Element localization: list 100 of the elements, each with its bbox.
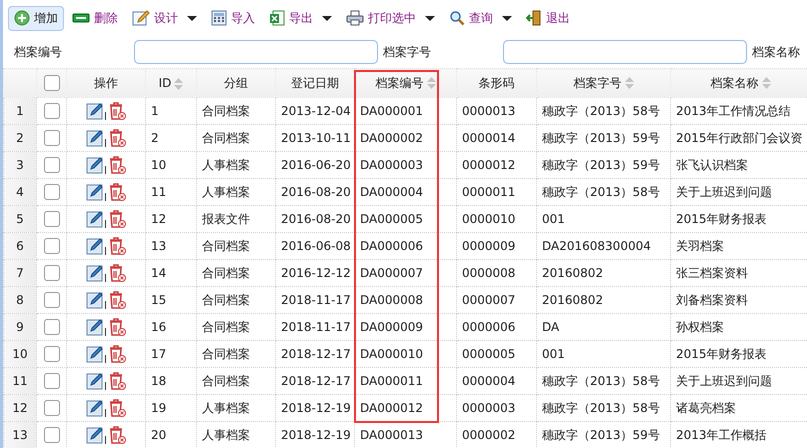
table-cell: 人事档案 [196, 152, 276, 178]
table-cell: 20160802 [536, 260, 670, 286]
toolbar-button[interactable]: 退出 [520, 6, 576, 30]
table-cell: 0000012 [456, 152, 536, 178]
minus-icon [72, 12, 90, 24]
table-cell: 穗政字（2013）58号 [536, 98, 670, 124]
table-cell: 合同档案 [196, 286, 276, 314]
checkbox[interactable] [44, 75, 60, 91]
checkbox[interactable] [44, 265, 60, 281]
row-number: 8 [4, 286, 36, 314]
sort-icon [426, 77, 436, 90]
table-cell: 合同档案 [196, 260, 276, 286]
table-cell: 18 [146, 368, 196, 394]
column-header[interactable]: 分组 [196, 68, 276, 98]
checkbox[interactable] [44, 373, 60, 389]
table-cell: 19 [146, 394, 196, 422]
checkbox[interactable] [44, 130, 60, 146]
checkbox[interactable] [44, 184, 60, 200]
checkbox[interactable] [44, 103, 60, 119]
field-label: 档案字号 [383, 44, 432, 60]
edit-icon[interactable] [86, 183, 104, 201]
table-cell: 人事档案 [196, 178, 276, 206]
calculator-icon [211, 10, 227, 26]
pencil-paper-icon [132, 9, 150, 27]
table-cell: 合同档案 [196, 368, 276, 394]
edit-icon[interactable] [86, 129, 104, 147]
edit-icon[interactable] [86, 210, 104, 228]
search-icon [449, 10, 465, 26]
search-field[interactable] [134, 40, 378, 64]
checkbox[interactable] [44, 211, 60, 227]
table-cell: 2 [146, 124, 196, 152]
table-cell: 合同档案 [196, 124, 276, 152]
sort-icon [174, 78, 184, 90]
table-cell: 10 [146, 152, 196, 178]
table-cell: DA000011 [354, 368, 456, 394]
table-cell: 合同档案 [196, 98, 276, 124]
table-cell: 0000003 [456, 394, 536, 422]
edit-icon[interactable] [86, 156, 104, 174]
edit-icon[interactable] [86, 237, 104, 255]
column-header[interactable]: 档案名称 [670, 68, 807, 98]
row-number: 4 [4, 178, 36, 206]
table-cell: DA000004 [354, 178, 456, 206]
table-cell: 0000014 [456, 124, 536, 152]
printer-icon [346, 10, 364, 26]
edit-icon[interactable] [86, 372, 104, 390]
edit-icon[interactable] [86, 264, 104, 282]
table-cell: 0000008 [456, 260, 536, 286]
checkbox[interactable] [44, 157, 60, 173]
checkbox[interactable] [44, 346, 60, 362]
table-cell: DA [536, 314, 670, 340]
caret-icon [425, 16, 435, 20]
checkbox[interactable] [44, 292, 60, 308]
table-cell: 1 [146, 98, 196, 124]
caret-icon [322, 16, 332, 20]
column-header[interactable]: 档案字号 [536, 68, 670, 98]
table-cell: DA000005 [354, 206, 456, 232]
table-cell: 0000013 [456, 98, 536, 124]
table-cell: 0000010 [456, 206, 536, 232]
edit-icon[interactable] [86, 291, 104, 309]
search-field[interactable] [503, 40, 747, 64]
table-cell: 12 [146, 206, 196, 232]
table-cell: 人事档案 [196, 394, 276, 422]
edit-icon[interactable] [86, 399, 104, 417]
column-header[interactable]: 操作 [66, 68, 146, 98]
toolbar-button[interactable]: 查询 [443, 6, 518, 30]
row-number: 12 [4, 394, 36, 422]
table-cell: 穗政字（2013）59号 [536, 152, 670, 178]
toolbar-button[interactable]: 增加 [8, 6, 64, 30]
table-cell: 11 [146, 178, 196, 206]
table-cell: 合同档案 [196, 340, 276, 368]
table-cell: 001 [536, 206, 670, 232]
edit-icon[interactable] [86, 426, 104, 444]
edit-icon[interactable] [86, 318, 104, 336]
checkbox[interactable] [44, 319, 60, 335]
plus-icon [14, 10, 30, 26]
table-cell: 0000011 [456, 178, 536, 206]
checkbox[interactable] [44, 238, 60, 254]
checkbox[interactable] [44, 400, 60, 416]
toolbar-button[interactable]: 设计 [126, 6, 203, 30]
checkbox[interactable] [44, 427, 60, 443]
door-icon [526, 10, 542, 26]
column-header[interactable]: ID [146, 68, 196, 98]
table-cell: 20160802 [536, 286, 670, 314]
table-cell: 14 [146, 260, 196, 286]
caret-icon [502, 16, 512, 20]
toolbar-button[interactable]: 导出 [263, 6, 338, 30]
toolbar-button[interactable]: 删除 [66, 6, 124, 30]
spreadsheet-icon [269, 10, 285, 26]
edit-icon[interactable] [86, 102, 104, 120]
edit-icon[interactable] [86, 345, 104, 363]
column-header[interactable]: 条形码 [456, 68, 536, 98]
table-cell: 0000005 [456, 340, 536, 368]
table-cell: 0000004 [456, 368, 536, 394]
column-header[interactable]: 登记日期 [276, 68, 354, 98]
column-header[interactable]: 档案编号 [354, 68, 456, 98]
table-cell: 16 [146, 314, 196, 340]
table-cell: DA000001 [354, 98, 456, 124]
table-cell: 0000009 [456, 232, 536, 260]
toolbar-button[interactable]: 导入 [205, 6, 261, 30]
toolbar-button[interactable]: 打印选中 [340, 6, 441, 30]
